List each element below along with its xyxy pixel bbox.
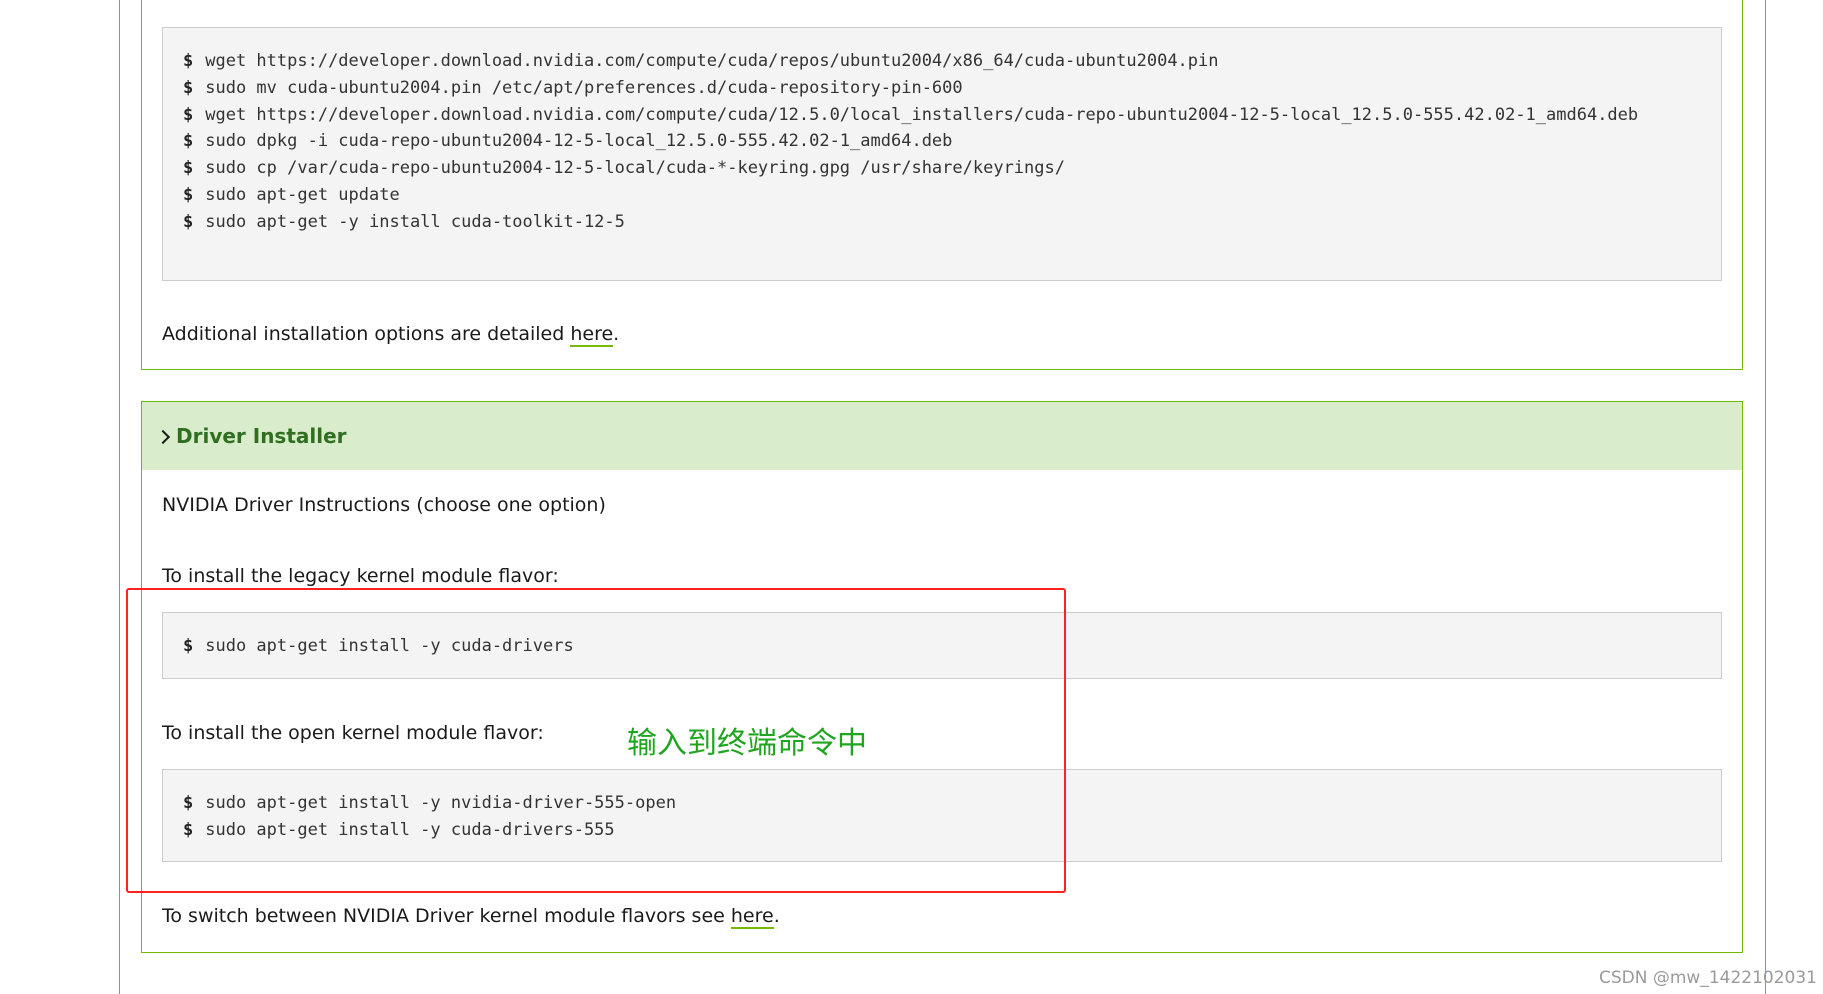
- annotation-text: 输入到终端命令中: [627, 726, 867, 761]
- toolkit-code-block[interactable]: $ wget https://developer.download.nvidia.…: [162, 27, 1722, 281]
- command-text: sudo dpkg -i cuda-repo-ubuntu2004-12-5-l…: [205, 131, 953, 152]
- code-line: $ sudo apt-get install -y cuda-drivers-55…: [183, 817, 1701, 844]
- prompt-symbol: $: [183, 819, 194, 840]
- prompt-symbol: $: [183, 131, 194, 152]
- command-text: sudo apt-get install -y nvidia-driver-55…: [205, 793, 677, 813]
- prompt-symbol: $: [183, 158, 194, 179]
- prompt-symbol: $: [183, 184, 194, 205]
- command-text: sudo apt-get update: [205, 184, 400, 205]
- prompt-symbol: $: [183, 77, 194, 98]
- command-text: wget https://developer.download.nvidia.c…: [205, 51, 1219, 71]
- code-line: $ sudo apt-get -y install cuda-toolkit-12…: [183, 209, 1701, 236]
- code-line: $ sudo apt-get install -y cuda-drivers: [183, 633, 1701, 660]
- command-text: sudo mv cuda-ubuntu2004.pin /etc/apt/pre…: [205, 77, 963, 98]
- code-line: $ wget https://developer.download.nvidia.…: [183, 48, 1701, 75]
- command-text: wget https://developer.download.nvidia.c…: [205, 104, 1639, 125]
- command-text: sudo cp /var/cuda-repo-ubuntu2004-12-5-l…: [205, 158, 1065, 179]
- prompt-symbol: $: [183, 104, 194, 125]
- driver-intro-text: NVIDIA Driver Instructions (choose one o…: [162, 494, 606, 516]
- toolkit-installer-panel: $ wget https://developer.download.nvidia.…: [141, 0, 1743, 370]
- legacy-code-block[interactable]: $ sudo apt-get install -y cuda-drivers: [162, 612, 1722, 679]
- note-period: .: [613, 323, 620, 345]
- prompt-symbol: $: [183, 793, 194, 813]
- section-title: Driver Installer: [176, 424, 347, 448]
- code-line: $ wget https://developer.download.nvidia.…: [183, 102, 1701, 129]
- prompt-symbol: $: [183, 51, 194, 71]
- page-border-left: [119, 0, 120, 994]
- prompt-symbol: $: [183, 636, 194, 656]
- legacy-flavor-label: To install the legacy kernel module flav…: [162, 565, 559, 587]
- page-border-right: [1765, 0, 1766, 994]
- note-text: To switch between NVIDIA Driver kernel m…: [162, 905, 731, 927]
- note-period: .: [773, 905, 780, 927]
- code-line: $ sudo apt-get update: [183, 182, 1701, 209]
- command-text: sudo apt-get install -y cuda-drivers: [205, 636, 574, 656]
- prompt-symbol: $: [183, 211, 194, 232]
- additional-options-note: Additional installation options are deta…: [162, 323, 620, 347]
- open-flavor-label: To install the open kernel module flavor…: [162, 722, 544, 744]
- switch-flavor-note: To switch between NVIDIA Driver kernel m…: [162, 905, 780, 929]
- command-text: sudo apt-get install -y cuda-drivers-555: [205, 819, 615, 840]
- code-line: $ sudo cp /var/cuda-repo-ubuntu2004-12-5-…: [183, 155, 1701, 182]
- chevron-right-icon: [155, 429, 171, 444]
- watermark: CSDN @mw_1422102031: [1599, 968, 1817, 988]
- code-line: $ sudo mv cuda-ubuntu2004.pin /etc/apt/pr…: [183, 75, 1701, 102]
- code-line: $ sudo dpkg -i cuda-repo-ubuntu2004-12-5-…: [183, 128, 1701, 155]
- driver-installer-panel: Driver Installer NVIDIA Driver Instructi…: [141, 401, 1743, 953]
- code-line: $ sudo apt-get install -y nvidia-driver-5…: [183, 790, 1701, 817]
- open-code-block[interactable]: $ sudo apt-get install -y nvidia-driver-5…: [162, 769, 1722, 862]
- note-text: Additional installation options are deta…: [162, 323, 571, 345]
- additional-options-link[interactable]: here: [570, 323, 614, 347]
- switch-flavor-link[interactable]: here: [730, 905, 774, 929]
- command-text: sudo apt-get -y install cuda-toolkit-12-…: [205, 211, 625, 232]
- driver-installer-header[interactable]: Driver Installer: [142, 402, 1742, 470]
